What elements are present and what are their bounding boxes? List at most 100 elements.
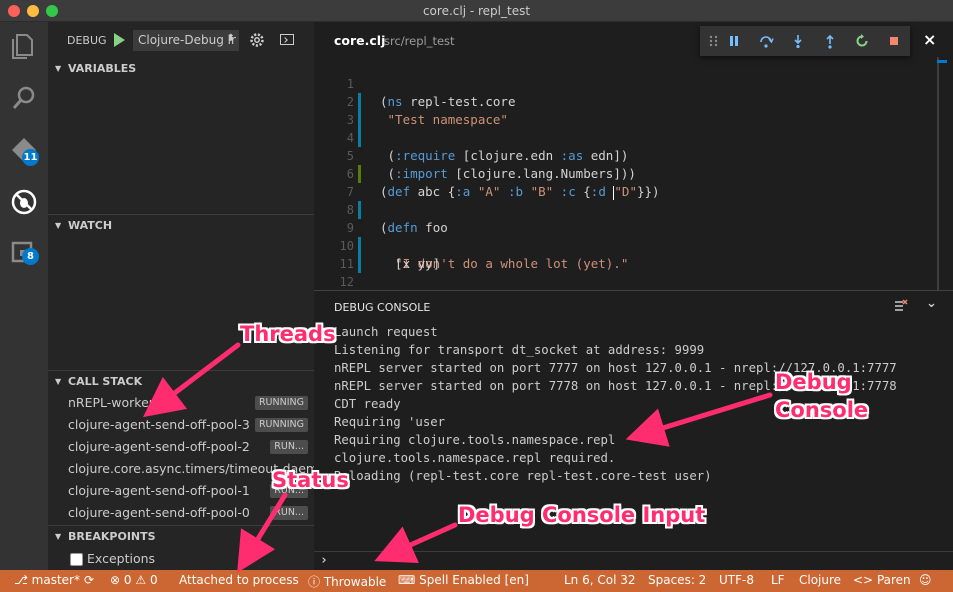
problems-status[interactable]: ⊗ 0 ⚠ 0 xyxy=(110,573,158,587)
debug-console-input[interactable]: › xyxy=(314,551,953,571)
watch-title: WATCH xyxy=(68,219,113,232)
debug-console-annotation-line1: Debug xyxy=(775,370,852,394)
thread-label: clojure-agent-send-off-pool-0 xyxy=(68,505,250,520)
info-circle-icon: ⓘ xyxy=(308,575,321,589)
code-line: 5 xyxy=(314,129,934,163)
pause-icon[interactable] xyxy=(726,33,742,49)
debug-actions-toolbar xyxy=(700,26,910,56)
select-caret-icon: ⬍ xyxy=(226,33,235,44)
modified-gutter-mark xyxy=(358,93,361,111)
tab-path: src/repl_test xyxy=(384,34,455,48)
step-out-icon[interactable] xyxy=(822,33,838,49)
modified-gutter-mark xyxy=(358,129,361,147)
title-bar: core.clj - repl_test xyxy=(0,0,953,22)
tab-title[interactable]: core.clj xyxy=(334,33,385,48)
paren-label: Paren xyxy=(876,573,911,587)
error-count: 0 xyxy=(123,573,132,587)
stop-icon[interactable] xyxy=(886,33,902,49)
modified-gutter-mark xyxy=(358,237,361,255)
editor: core.clj src/repl_test × 1 (ns repl-test… xyxy=(314,22,953,290)
debug-configuration-value: Clojure-Debug lr xyxy=(138,33,236,47)
keyboard-icon: ⌨ xyxy=(398,573,416,587)
start-debugging-icon[interactable] xyxy=(114,33,125,47)
encoding-status[interactable]: UTF-8 xyxy=(719,573,754,587)
thread-label: clojure-agent-send-off-pool-1 xyxy=(68,483,250,498)
debug-console-annotation-line2: Console xyxy=(775,398,869,422)
call-stack-thread[interactable]: clojure-agent-send-off-pool-3 RUNNING xyxy=(48,414,314,436)
modified-gutter-mark xyxy=(358,111,361,129)
throwable-label: Throwable xyxy=(323,575,387,589)
added-gutter-mark xyxy=(358,165,361,183)
error-icon: ⊗ xyxy=(110,573,121,587)
variables-header[interactable]: ▼ VARIABLES xyxy=(48,58,314,80)
code-area[interactable]: 1 (ns repl-test.core 2 "Test namespace" … xyxy=(314,57,953,290)
call-stack-thread[interactable]: nREPL-worker- RUNNING xyxy=(48,392,314,414)
editor-scrollbar[interactable] xyxy=(937,57,939,290)
thread-label: clojure-agent-send-off-pool-3 xyxy=(68,417,250,432)
modified-gutter-mark xyxy=(358,255,361,273)
code-line: 7 xyxy=(314,165,934,199)
clear-console-icon[interactable] xyxy=(894,299,908,313)
panel-title: DEBUG CONSOLE xyxy=(334,301,431,314)
status-annotation: Status xyxy=(272,468,349,492)
throwable-status[interactable]: ⓘ Throwable xyxy=(308,573,386,590)
chevron-down-icon[interactable]: ⌄ xyxy=(926,296,937,311)
exceptions-breakpoint[interactable]: Exceptions xyxy=(48,548,314,570)
paren-status[interactable]: <> Paren xyxy=(853,573,911,587)
restart-icon[interactable] xyxy=(854,33,870,49)
collapse-triangle-icon: ▼ xyxy=(55,377,62,386)
code-line: 13 (println x "Hello, World!") xyxy=(314,273,934,290)
code-line: 3 (:require [clojure.edn :as edn]) xyxy=(314,93,934,163)
warning-icon: ⚠ xyxy=(135,573,147,587)
console-input-annotation: Debug Console Input xyxy=(458,503,706,527)
step-over-icon[interactable] xyxy=(758,33,774,49)
thread-label: nREPL-worker- xyxy=(68,395,158,410)
watch-header[interactable]: ▼ WATCH xyxy=(48,214,314,236)
call-stack-header[interactable]: ▼ CALL STACK xyxy=(48,370,314,392)
cursor-position-status[interactable]: Ln 6, Col 32 xyxy=(564,573,636,587)
indentation-status[interactable]: Spaces: 2 xyxy=(648,573,706,587)
close-editor-button[interactable]: × xyxy=(923,30,936,49)
code-brackets-icon: <> xyxy=(853,573,874,587)
exceptions-label: Exceptions xyxy=(87,551,156,566)
variables-title: VARIABLES xyxy=(68,62,137,75)
language-status[interactable]: Clojure xyxy=(799,573,841,587)
console-line: Launch request xyxy=(334,325,438,339)
call-stack-thread[interactable]: clojure-agent-send-off-pool-2 RUN... xyxy=(48,436,314,458)
sync-icon[interactable]: ⟳ xyxy=(84,573,94,587)
collapse-triangle-icon: ▼ xyxy=(55,64,62,73)
call-stack-thread[interactable]: clojure-agent-send-off-pool-0 RUN... xyxy=(48,502,314,524)
console-line: nREPL server started on port 7778 on hos… xyxy=(334,379,897,393)
explorer-icon[interactable] xyxy=(8,30,40,62)
console-line: nREPL server started on port 7777 on hos… xyxy=(334,361,897,375)
branch-name: master* xyxy=(31,573,80,587)
debug-configuration-select[interactable]: Clojure-Debug lr ⬍ xyxy=(133,30,239,51)
search-icon[interactable] xyxy=(8,82,40,114)
window-title: core.clj - repl_test xyxy=(422,4,531,18)
debug-console-panel: DEBUG CONSOLE ⌄ Launch request Listening… xyxy=(314,290,953,570)
collapse-triangle-icon: ▼ xyxy=(55,221,62,230)
modified-gutter-mark xyxy=(358,201,361,219)
gear-icon[interactable] xyxy=(248,31,266,49)
console-line: Listening for transport dt_socket at add… xyxy=(334,343,705,357)
breakpoints-header[interactable]: ▼ BREAKPOINTS xyxy=(48,525,314,547)
prompt-chevron-icon: › xyxy=(320,553,328,568)
open-console-icon[interactable] xyxy=(280,34,294,45)
console-line: Requiring clojure.tools.namespace.repl xyxy=(334,433,616,447)
exceptions-checkbox[interactable] xyxy=(70,553,83,566)
spell-status[interactable]: ⌨ Spell Enabled [en] xyxy=(398,573,529,587)
thread-state-badge: RUNNING xyxy=(254,418,308,432)
breakpoints-title: BREAKPOINTS xyxy=(68,530,156,543)
branch-status[interactable]: ⎇ master* xyxy=(14,573,80,587)
debug-icon[interactable] xyxy=(8,186,40,218)
feedback-smiley-icon[interactable]: ☺ xyxy=(919,573,932,587)
step-into-icon[interactable] xyxy=(790,33,806,49)
thread-state-badge: RUNNING xyxy=(254,396,308,410)
code-line: 12 (println (str "a" (/ 2 x))) xyxy=(314,255,934,289)
eol-status[interactable]: LF xyxy=(771,573,785,587)
code-line: 1 (ns repl-test.core xyxy=(314,57,934,109)
code-line: 4 (:import [clojure.lang.Numbers])) xyxy=(314,111,934,181)
thread-state-badge: RUN... xyxy=(270,506,308,520)
attached-status[interactable]: Attached to process xyxy=(179,573,299,587)
drag-handle-icon[interactable] xyxy=(706,33,722,49)
